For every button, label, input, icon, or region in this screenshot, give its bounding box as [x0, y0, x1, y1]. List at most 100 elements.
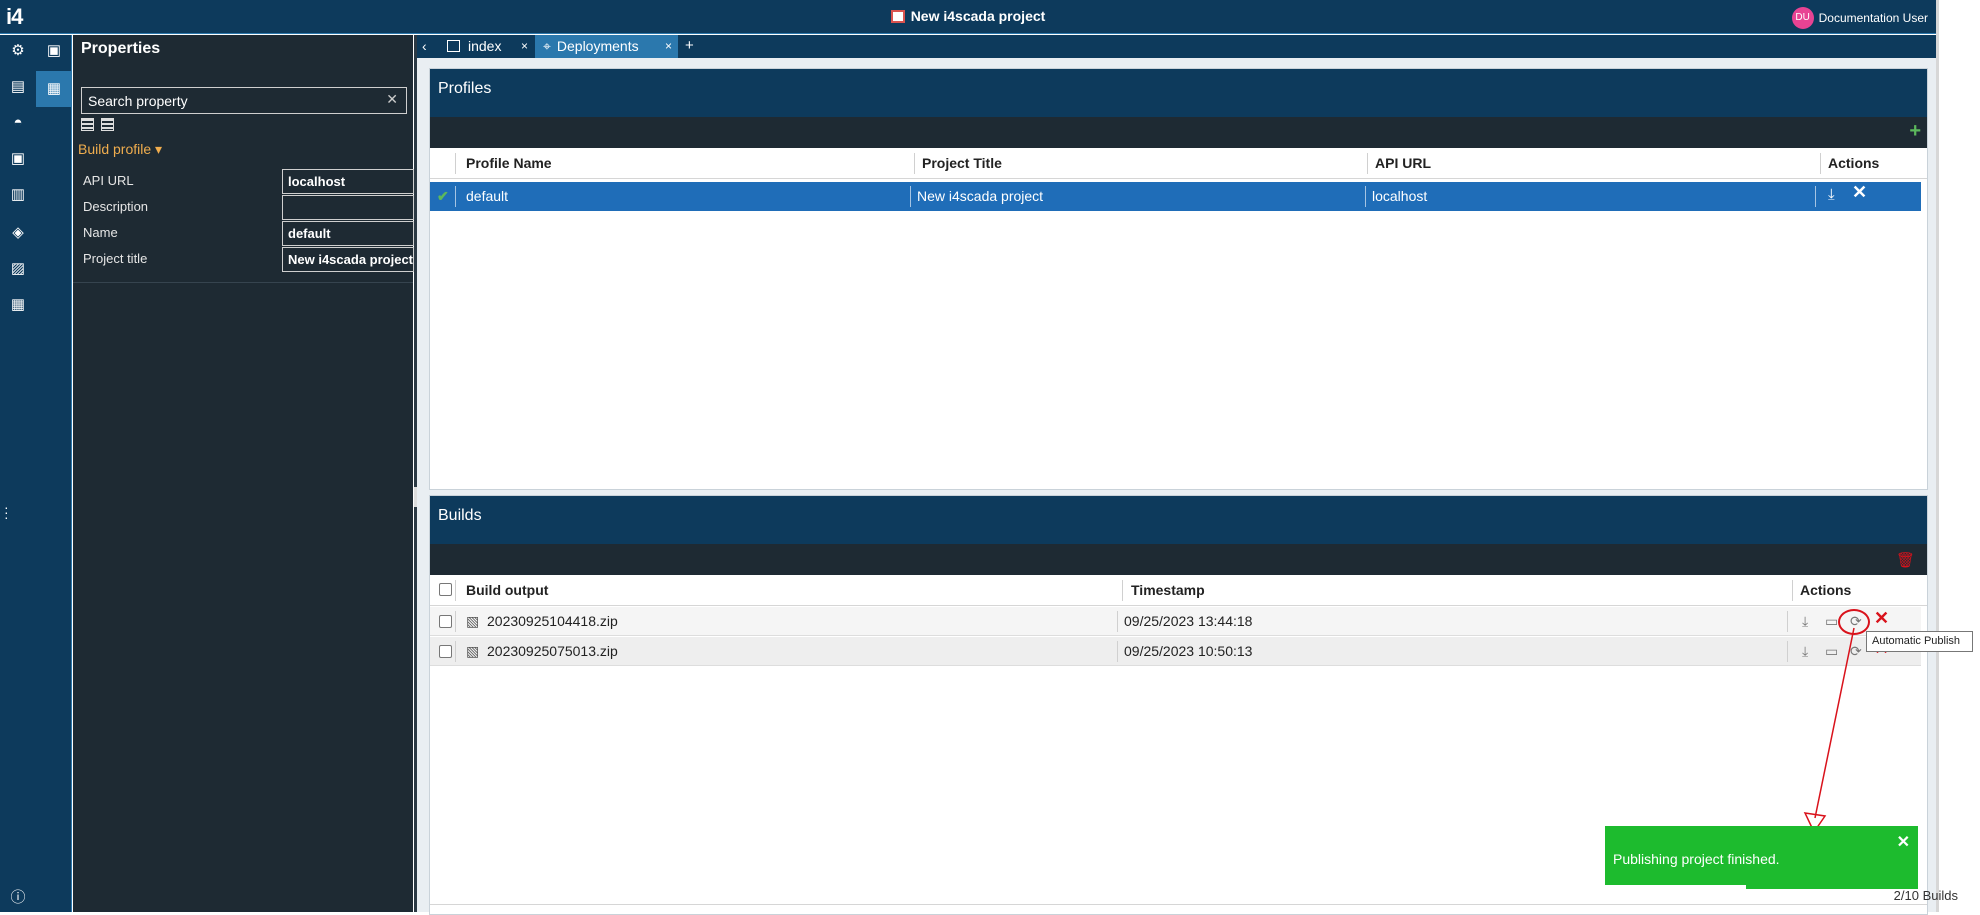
project-icon — [890, 10, 905, 23]
column-separator — [455, 186, 456, 207]
tooltip: Automatic Publish — [1866, 631, 1973, 652]
section-build-profile[interactable]: Build profile ▾ — [78, 141, 162, 158]
trash-icon[interactable]: 🗑 — [1896, 551, 1915, 569]
property-row: Description — [83, 195, 414, 221]
toast-message: Publishing project finished. — [1613, 851, 1780, 867]
column-separator — [455, 580, 456, 601]
property-row: API URL localhost — [83, 169, 414, 195]
column-separator — [1367, 153, 1368, 174]
column-separator — [910, 186, 911, 207]
printer-icon[interactable]: ▣ — [45, 43, 63, 59]
info-icon[interactable]: ⓘ — [9, 890, 27, 906]
profile-project-title: New i4scada project — [917, 188, 1044, 204]
profile-api-url: localhost — [1372, 188, 1428, 204]
builds-title: Builds — [430, 496, 1927, 544]
search-box: ✕ — [81, 87, 407, 114]
column-separator — [455, 153, 456, 174]
properties-toggle[interactable]: ▦ — [36, 71, 72, 107]
close-icon[interactable]: ✕ — [1897, 832, 1910, 852]
crosshair-icon: ⌖ — [543, 38, 551, 54]
profiles-toolbar: + — [430, 117, 1927, 148]
column-separator — [1365, 186, 1366, 207]
add-profile-button[interactable]: + — [1909, 120, 1921, 143]
chevron-left-icon[interactable]: ‹ — [422, 35, 438, 58]
table-row[interactable]: ✔ default New i4scada project localhost … — [430, 182, 1921, 211]
archive-icon[interactable]: ▦ — [9, 297, 27, 313]
database-icon[interactable]: ▥ — [9, 187, 27, 203]
column-separator — [1122, 580, 1123, 601]
inbox-icon[interactable]: ▤ — [9, 79, 27, 95]
col-project-title[interactable]: Project Title — [922, 155, 1002, 171]
row-checkbox[interactable] — [439, 615, 452, 628]
view-toggle — [81, 118, 114, 131]
secondary-icon-bar: ▣ ▦ — [36, 35, 72, 912]
tab-index[interactable]: index × — [439, 35, 534, 58]
row-checkbox[interactable] — [439, 645, 452, 658]
property-row: Name default — [83, 221, 414, 247]
helmet-icon[interactable]: ◓ — [9, 115, 27, 131]
column-separator — [455, 611, 456, 632]
profiles-header: Profile Name Project Title API URL Actio… — [430, 148, 1927, 179]
avatar: DU — [1791, 7, 1814, 29]
list-view-icon[interactable] — [81, 118, 94, 131]
zip-file-icon: ▧ — [466, 613, 480, 629]
add-tab-button[interactable]: + — [685, 35, 701, 58]
search-input[interactable] — [82, 88, 372, 113]
profiles-title: Profiles — [430, 69, 1927, 117]
builds-footer-line — [430, 904, 1927, 905]
tab-bar: ‹ index × ⌖ Deployments × + — [417, 35, 1936, 58]
select-all-checkbox[interactable] — [439, 583, 452, 596]
table-row[interactable]: ▧ 20230925104418.zip 09/25/2023 13:44:18… — [430, 607, 1921, 636]
close-icon[interactable]: × — [665, 35, 672, 57]
col-build-output[interactable]: Build output — [466, 582, 548, 598]
more-dots-icon[interactable]: · · · — [4, 500, 9, 524]
col-timestamp[interactable]: Timestamp — [1131, 582, 1205, 598]
build-count: 2/10 Builds — [1893, 888, 1958, 903]
app-title: New i4scada project — [0, 8, 1936, 24]
profile-name: default — [466, 188, 509, 204]
col-api-url[interactable]: API URL — [1375, 155, 1431, 171]
tab-deployments[interactable]: ⌖ Deployments × — [535, 35, 678, 58]
column-separator — [1787, 641, 1788, 662]
column-separator — [914, 153, 915, 174]
property-value[interactable]: default — [282, 221, 414, 246]
builds-toolbar: 🗑 — [430, 544, 1927, 575]
column-separator — [1815, 186, 1816, 207]
printer-icon[interactable]: ▣ — [9, 151, 27, 167]
column-separator — [455, 641, 456, 662]
toast-notification: Publishing project finished. ✕ — [1605, 826, 1918, 889]
detail-view-icon[interactable] — [101, 118, 114, 131]
main-content: Profiles + Profile Name Project Title AP… — [417, 58, 1936, 915]
settings-doc-icon[interactable]: ▨ — [9, 261, 27, 277]
property-label: Description — [83, 199, 149, 214]
column-separator — [1787, 611, 1788, 632]
app-title-text: New i4scada project — [910, 8, 1046, 24]
build-file: 20230925075013.zip — [487, 643, 618, 659]
properties-title: Properties — [81, 40, 161, 57]
build-file: 20230925104418.zip — [487, 613, 618, 629]
property-label: Name — [83, 225, 118, 240]
column-separator — [1117, 611, 1118, 632]
property-value[interactable]: New i4scada project — [282, 247, 414, 272]
delete-profile-icon[interactable]: ✕ — [1852, 183, 1867, 201]
window-edge — [1936, 0, 1980, 912]
user-menu[interactable]: DU Documentation User — [1791, 7, 1928, 29]
column-separator — [1792, 580, 1793, 601]
builds-header: Build output Timestamp Actions — [430, 575, 1927, 606]
build-icon[interactable]: ⤓ — [1828, 187, 1835, 202]
package-icon[interactable]: ◈ — [9, 225, 27, 241]
property-row: Project title New i4scada project — [83, 247, 414, 273]
table-row[interactable]: ▧ 20230925075013.zip 09/25/2023 10:50:13… — [430, 637, 1921, 666]
property-value[interactable]: localhost — [282, 169, 414, 194]
divider — [73, 282, 413, 283]
property-value[interactable] — [282, 195, 414, 220]
gear-icon[interactable]: ⚙ — [9, 43, 27, 59]
col-profile-name[interactable]: Profile Name — [466, 155, 552, 171]
clear-icon[interactable]: ✕ — [386, 91, 398, 108]
col-actions: Actions — [1800, 582, 1852, 598]
close-icon[interactable]: × — [521, 35, 528, 57]
column-separator — [1117, 641, 1118, 662]
zip-file-icon: ▧ — [466, 643, 480, 659]
top-bar: i4 New i4scada project DU Documentation … — [0, 0, 1936, 34]
build-timestamp: 09/25/2023 13:44:18 — [1124, 613, 1253, 629]
